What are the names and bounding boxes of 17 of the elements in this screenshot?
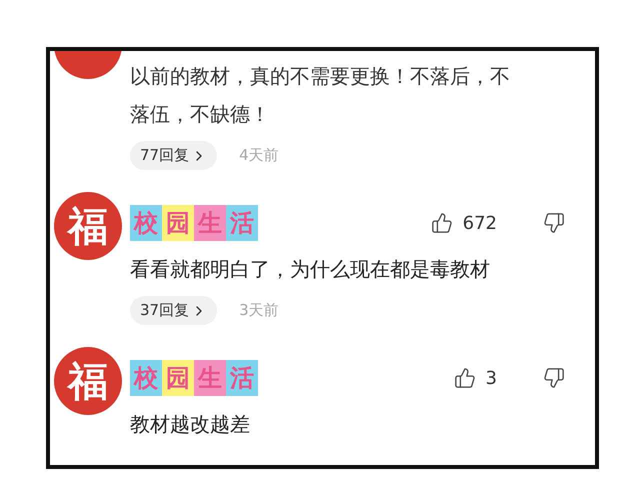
comment-text: 看看就都明白了，为什么现在都是毒教材 [130, 256, 491, 283]
avatar[interactable]: 福 [54, 192, 122, 260]
like-count: 672 [462, 212, 497, 234]
comment-time: 4天前 [239, 146, 279, 165]
comment-text: 以前的教材，真的不需要更换！不落后，不落伍，不缺德！ [130, 63, 511, 128]
replies-button[interactable]: 77回复 [130, 141, 218, 170]
thumbs-up-icon[interactable] [430, 212, 453, 234]
comment-time: 3天前 [239, 301, 279, 320]
username[interactable]: 校园生活 [130, 205, 258, 241]
thumbs-up-icon[interactable] [454, 367, 476, 389]
comment-text: 教材越改越差 [130, 411, 251, 438]
thumbs-down-icon[interactable] [543, 367, 565, 389]
thumbs-down-icon[interactable] [543, 212, 565, 234]
like-count: 3 [486, 368, 497, 388]
avatar[interactable]: 福 [54, 347, 122, 415]
username[interactable]: 校园生活 [130, 360, 258, 396]
replies-button[interactable]: 37回复 [130, 296, 218, 325]
